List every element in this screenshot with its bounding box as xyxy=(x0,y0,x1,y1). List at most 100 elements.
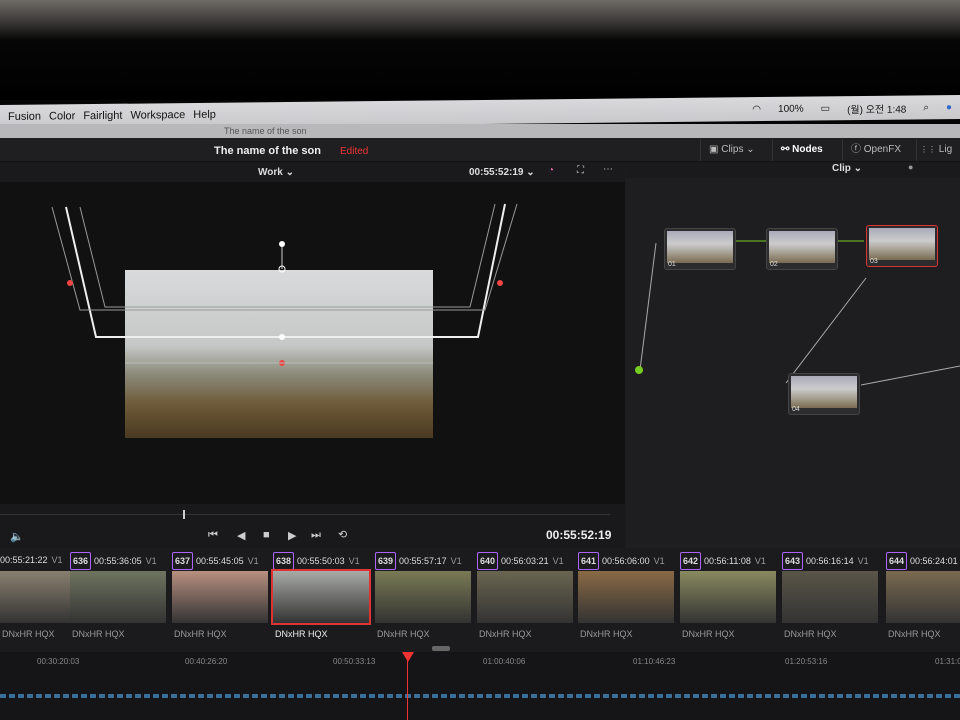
battery-icon[interactable]: ▭ xyxy=(821,103,830,114)
fit-icon[interactable]: ⛶ xyxy=(577,165,584,176)
clip-header: 643 00:56:16:14 V1 xyxy=(782,552,882,570)
clip-header: 637 00:55:45:05 V1 xyxy=(172,552,272,570)
ruler-timecode: 01:20:53:16 xyxy=(785,657,828,666)
clip-thumbnail-item[interactable]: 638 00:55:50:03 V1 DNxHR HQX xyxy=(271,552,373,648)
clip-codec: DNxHR HQX xyxy=(72,629,125,639)
node-02[interactable]: 02 xyxy=(766,228,838,270)
project-title: The name of the son xyxy=(214,145,321,157)
more-icon[interactable]: ⋯ xyxy=(603,164,613,175)
clip-timecode: 00:55:50:03 xyxy=(297,556,345,566)
node-01[interactable]: 01 xyxy=(664,228,736,270)
clip-thumbnail xyxy=(477,571,573,623)
clip-thumbnail xyxy=(680,571,776,623)
clip-number: 640 xyxy=(477,552,499,570)
clip-number: 636 xyxy=(70,552,92,570)
video-viewer[interactable] xyxy=(0,182,625,504)
clip-thumbnail xyxy=(271,569,371,625)
clip-track: V1 xyxy=(450,556,462,566)
play-icon[interactable]: ▶ xyxy=(288,529,296,542)
stop-icon[interactable]: ■ xyxy=(263,529,270,541)
clip-track: V1 xyxy=(857,556,869,566)
node-04[interactable]: 04 xyxy=(788,373,860,415)
clip-timecode: 00:56:16:14 xyxy=(806,556,854,566)
color-wheel-icon[interactable]: ◔ xyxy=(548,165,554,176)
node-graph[interactable]: 01 02 03 04 xyxy=(626,178,960,548)
clip-header: 640 00:56:03:21 V1 xyxy=(477,552,577,570)
view-mode-dropdown[interactable]: Work ⌄ xyxy=(258,167,294,178)
step-back-icon[interactable]: ◀ xyxy=(237,529,245,542)
clip-number: 639 xyxy=(375,552,397,570)
clip-thumbnail-item[interactable]: 637 00:55:45:05 V1 DNxHR HQX xyxy=(172,552,272,648)
clip-codec: DNxHR HQX xyxy=(888,629,941,639)
clock[interactable]: (월) 오전 1:48 xyxy=(847,100,906,116)
clips-scrollbar[interactable] xyxy=(432,646,450,651)
nodes-toolbar: Clip ⌄ ● xyxy=(626,162,960,178)
scrubber[interactable] xyxy=(0,514,610,515)
clip-header: 636 00:55:36:05 V1 xyxy=(70,552,170,570)
clip-codec: DNxHR HQX xyxy=(275,629,328,639)
clip-number: 644 xyxy=(886,552,908,570)
clip-track: V1 xyxy=(552,556,564,566)
clip-header: 644 00:56:24:01 xyxy=(886,552,960,570)
wifi-icon[interactable]: ◠ xyxy=(752,104,761,115)
node-mode-dropdown[interactable]: Clip ⌄ xyxy=(832,163,862,174)
clip-thumbnail-item[interactable]: 639 00:55:57:17 V1 DNxHR HQX xyxy=(375,552,475,648)
clip-codec: DNxHR HQX xyxy=(377,629,430,639)
skip-end-icon[interactable]: ⏭ xyxy=(311,529,321,542)
tab-openfx[interactable]: ⓕ OpenFX xyxy=(842,139,909,161)
clip-thumbnail-item[interactable]: 644 00:56:24:01 DNxHR HQX xyxy=(886,552,960,648)
skip-start-icon[interactable]: ⏮ xyxy=(208,529,218,542)
menu-fusion[interactable]: Fusion xyxy=(8,111,41,123)
timeline-playhead[interactable] xyxy=(407,652,408,720)
current-timecode: 00:55:52:19 xyxy=(546,528,612,542)
tab-nodes[interactable]: ⚯ Nodes xyxy=(772,139,831,161)
window-title: The name of the son xyxy=(0,124,960,138)
timecode-dropdown[interactable]: 00:55:52:19 ⌄ xyxy=(469,167,535,178)
clip-number: 641 xyxy=(578,552,600,570)
clip-thumbnail xyxy=(375,571,471,623)
ruler-timecode: 00:40:26:20 xyxy=(185,657,228,666)
clip-codec: DNxHR HQX xyxy=(784,629,837,639)
clip-number: 643 xyxy=(782,552,804,570)
clip-number: 638 xyxy=(273,552,295,570)
playhead-marker[interactable] xyxy=(402,652,414,662)
window-shape-overlay[interactable] xyxy=(0,182,625,504)
tab-lightbox[interactable]: ⋮⋮ Lig xyxy=(916,139,960,161)
grid-icon: ⋮⋮ xyxy=(920,145,936,154)
ruler-timecode: 01:10:46:23 xyxy=(633,657,676,666)
node-03[interactable]: 03 xyxy=(866,225,938,267)
clip-timecode: 00:56:11:08 xyxy=(704,556,751,566)
spotlight-search-icon[interactable]: ⌕ xyxy=(923,102,929,113)
playhead[interactable] xyxy=(183,510,185,519)
menu-fairlight[interactable]: Fairlight xyxy=(83,110,122,122)
menu-help[interactable]: Help xyxy=(193,109,216,121)
menu-color[interactable]: Color xyxy=(49,110,75,122)
status-dot-icon: ● xyxy=(908,162,914,172)
clip-header: 639 00:55:57:17 V1 xyxy=(375,552,475,570)
clip-thumbnail-item[interactable]: 640 00:56:03:21 V1 DNxHR HQX xyxy=(477,552,577,648)
clip-thumbnail-item[interactable]: 642 00:56:11:08 V1 DNxHR HQX xyxy=(680,552,780,648)
siri-icon[interactable]: ● xyxy=(946,102,952,113)
clip-track: V1 xyxy=(51,555,63,565)
ruler-timecode: 00:30:20:03 xyxy=(37,657,80,666)
clip-thumbnail-item[interactable]: 641 00:56:06:00 V1 DNxHR HQX xyxy=(578,552,678,648)
clip-thumbnail-item[interactable]: 636 00:55:36:05 V1 DNxHR HQX xyxy=(70,552,170,648)
clip-number: 642 xyxy=(680,552,702,570)
clip-thumbnail xyxy=(782,571,878,623)
clip-codec: DNxHR HQX xyxy=(174,629,227,639)
menu-workspace[interactable]: Workspace xyxy=(130,109,185,122)
clip-header: 641 00:56:06:00 V1 xyxy=(578,552,678,570)
tab-clips[interactable]: ▣ Clips ⌄ xyxy=(700,139,763,161)
clip-codec: DNxHR HQX xyxy=(580,629,633,639)
ruler-timecode: 01:31:0 xyxy=(935,657,960,666)
clips-icon: ▣ xyxy=(709,144,722,155)
volume-icon[interactable]: 🔈 xyxy=(10,530,24,543)
timeline-track xyxy=(0,694,960,698)
clip-thumbnail xyxy=(578,571,674,623)
clip-timecode: 00:56:24:01 xyxy=(910,556,958,566)
clip-thumbnail xyxy=(886,571,960,623)
clip-thumbnail-item[interactable]: 643 00:56:16:14 V1 DNxHR HQX xyxy=(782,552,882,648)
clip-timecode: 00:56:03:21 xyxy=(501,556,549,566)
loop-icon[interactable]: ⟲ xyxy=(338,528,347,541)
clip-header: 638 00:55:50:03 V1 xyxy=(273,552,373,570)
